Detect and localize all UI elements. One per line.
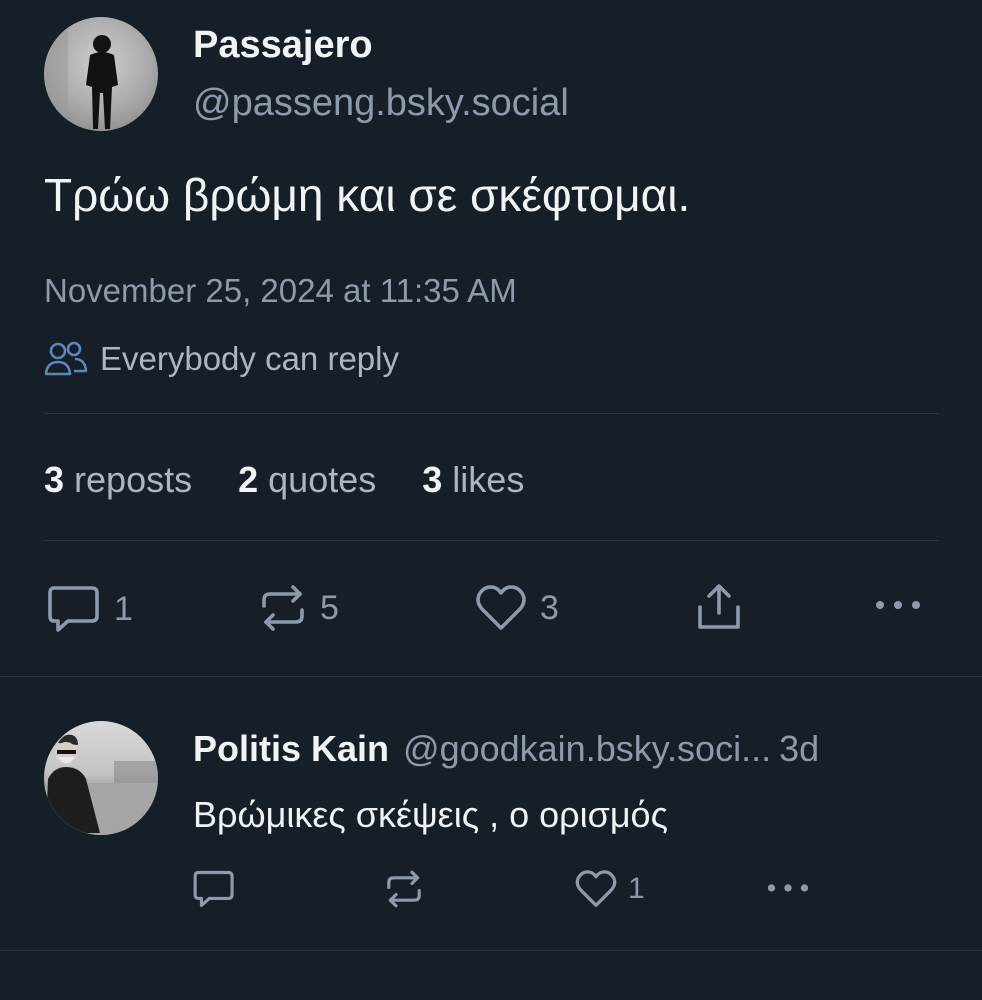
share-button[interactable] — [694, 583, 744, 633]
reply-setting-label: Everybody can reply — [100, 340, 399, 377]
likes-count[interactable]: 3 likes — [422, 459, 524, 501]
author-display-name[interactable]: Passajero — [193, 24, 373, 67]
comment-icon — [193, 870, 234, 908]
reposts-count[interactable]: 3 reposts — [44, 459, 192, 501]
author-handle[interactable]: @passeng.bsky.social — [193, 82, 569, 125]
share-icon — [698, 584, 740, 629]
reply-avatar[interactable] — [44, 721, 158, 835]
reply-author-handle[interactable]: @goodkain.bsky.soci... — [403, 728, 771, 770]
repost-button[interactable]: 5 — [258, 584, 339, 632]
reply-count: 1 — [114, 589, 133, 628]
post-text: Τρώω βρώμη και σε σκέφτομαι. — [44, 169, 691, 221]
divider — [0, 676, 982, 677]
reply-repost-button[interactable] — [384, 869, 424, 909]
repost-icon — [262, 585, 304, 631]
comment-icon — [48, 586, 99, 632]
divider — [44, 413, 939, 414]
repost-count: 5 — [320, 588, 339, 627]
people-icon — [44, 341, 88, 376]
divider — [0, 950, 982, 951]
ellipsis-icon — [767, 884, 809, 892]
reply-header: Politis Kain @goodkain.bsky.soci... 3d — [193, 728, 939, 770]
reply-more-options-button[interactable] — [764, 876, 812, 898]
heart-icon — [575, 870, 617, 907]
like-button[interactable]: 3 — [474, 584, 559, 632]
ellipsis-icon — [876, 601, 920, 609]
reply-reply-button[interactable] — [192, 869, 236, 909]
reply-button[interactable]: 1 — [46, 584, 133, 634]
reply-author-display-name[interactable]: Politis Kain — [193, 728, 389, 770]
person-photo-image — [44, 734, 158, 835]
reply-text: Βρώμικες σκέψεις , ο ορισμός — [193, 794, 668, 835]
reply-age[interactable]: 3d — [779, 728, 819, 770]
post-timestamp: November 25, 2024 at 11:35 AM — [44, 272, 517, 309]
like-count: 3 — [540, 588, 559, 627]
reply-setting[interactable]: Everybody can reply — [44, 340, 399, 378]
engagement-counts: 3 reposts 2 quotes 3 likes — [44, 459, 524, 501]
person-silhouette-image — [44, 17, 118, 131]
avatar[interactable] — [44, 17, 158, 131]
reply-like-count: 1 — [628, 872, 645, 905]
heart-icon — [476, 585, 526, 630]
quotes-count[interactable]: 2 quotes — [238, 459, 376, 501]
repost-icon — [387, 870, 421, 908]
divider — [44, 540, 939, 541]
more-options-button[interactable] — [872, 592, 924, 616]
reply-like-button[interactable]: 1 — [574, 869, 645, 909]
